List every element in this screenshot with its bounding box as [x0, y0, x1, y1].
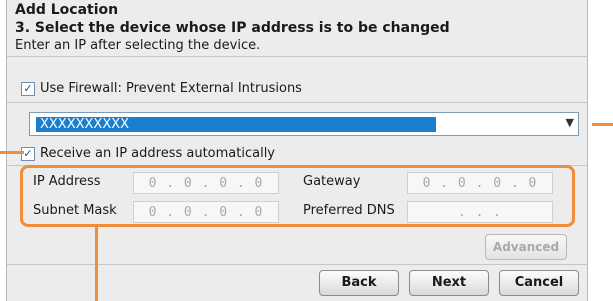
callout-line-left [0, 151, 24, 154]
next-button[interactable]: Next [409, 270, 489, 296]
gateway-label: Gateway [303, 174, 361, 189]
step-instructions: Enter an IP after selecting the device. [15, 38, 261, 53]
device-select[interactable]: XXXXXXXXXX ▼ [29, 112, 579, 136]
divider [7, 102, 587, 103]
auto-ip-label: Receive an IP address automatically [40, 146, 276, 161]
ip-address-field[interactable]: 0 . 0 . 0 . 0 [133, 172, 279, 194]
dialog-title: Add Location [15, 2, 119, 18]
subnet-mask-field[interactable]: 0 . 0 . 0 . 0 [133, 201, 279, 223]
cancel-button[interactable]: Cancel [499, 270, 579, 296]
preferred-dns-field[interactable]: . . . [407, 201, 553, 223]
back-button[interactable]: Back [319, 270, 399, 296]
add-location-dialog: Add Location 3. Select the device whose … [6, 0, 588, 301]
chevron-down-icon[interactable]: ▼ [566, 116, 574, 129]
step-heading: 3. Select the device whose IP address is… [15, 20, 450, 36]
ip-address-label: IP Address [33, 174, 101, 189]
auto-ip-checkbox-row[interactable]: ✓ Receive an IP address automatically [21, 146, 275, 161]
firewall-checkbox[interactable]: ✓ [21, 81, 35, 96]
divider [7, 264, 587, 265]
device-select-value: XXXXXXXXXX [36, 117, 436, 132]
gateway-field[interactable]: 0 . 0 . 0 . 0 [407, 172, 553, 194]
preferred-dns-label: Preferred DNS [303, 203, 395, 218]
callout-line-bottom [95, 227, 98, 301]
firewall-label: Use Firewall: Prevent External Intrusion… [40, 81, 302, 96]
divider [7, 56, 587, 57]
subnet-mask-label: Subnet Mask [33, 203, 117, 218]
advanced-button[interactable]: Advanced [485, 234, 567, 260]
firewall-checkbox-row[interactable]: ✓ Use Firewall: Prevent External Intrusi… [21, 81, 302, 96]
divider [7, 165, 587, 166]
callout-line-right [592, 123, 613, 126]
